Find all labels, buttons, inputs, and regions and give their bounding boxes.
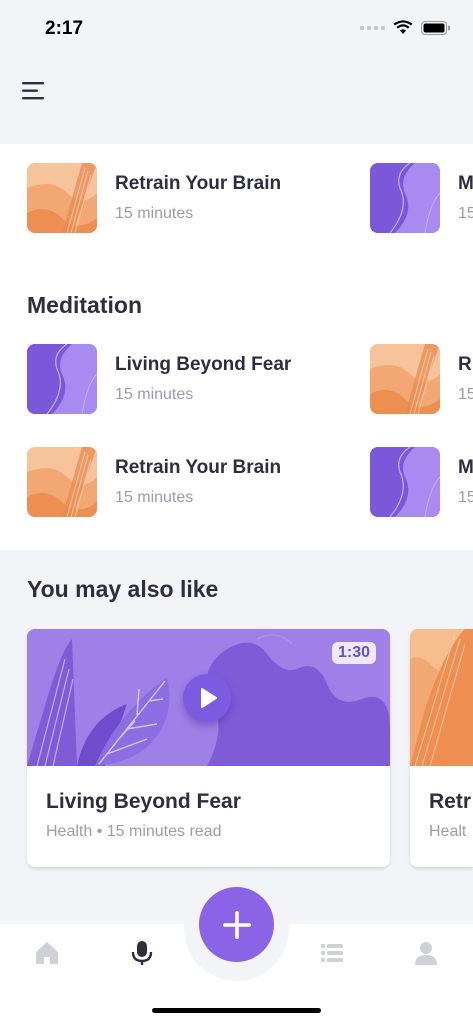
status-bar: 2:17 xyxy=(0,0,473,60)
item-title: M xyxy=(458,173,473,194)
list-item[interactable]: R 15 xyxy=(370,344,473,414)
item-title: Living Beyond Fear xyxy=(115,354,292,375)
item-subtitle: 15 minutes xyxy=(115,386,194,403)
home-icon[interactable] xyxy=(32,938,62,968)
duration-badge: 1:30 xyxy=(331,642,376,664)
section-title-also-like: You may also like xyxy=(27,576,219,602)
add-button[interactable] xyxy=(199,887,274,962)
item-subtitle: 15 xyxy=(458,205,473,222)
wifi-icon xyxy=(393,20,413,34)
signal-icon xyxy=(360,25,385,30)
status-icons xyxy=(360,20,451,35)
play-button[interactable] xyxy=(183,674,231,722)
list-item[interactable]: Living Beyond Fear 15 minutes xyxy=(27,344,327,414)
list-item[interactable]: Retrain Your Brain 15 minutes xyxy=(27,163,327,233)
thumbnail-image xyxy=(370,344,440,414)
recommendation-card[interactable]: 1:30 Living Beyond Fear Health • 15 minu… xyxy=(27,629,390,867)
thumbnail-image xyxy=(370,447,440,517)
card-title: Living Beyond Fear xyxy=(46,790,241,813)
thumbnail-image xyxy=(370,163,440,233)
item-title: Retrain Your Brain xyxy=(115,173,282,194)
play-icon xyxy=(201,688,217,708)
card-subtitle: Healt xyxy=(429,823,467,840)
item-subtitle: 15 xyxy=(458,386,473,403)
list-item[interactable]: M 15 xyxy=(370,163,473,233)
home-indicator xyxy=(152,1008,321,1013)
section-title-meditation: Meditation xyxy=(27,292,142,318)
app-header xyxy=(0,60,473,144)
item-title: M xyxy=(458,457,473,478)
status-time: 2:17 xyxy=(45,18,84,39)
card-artwork xyxy=(410,629,473,766)
plus-icon xyxy=(222,910,251,939)
thumbnail-image xyxy=(27,447,97,517)
item-title: Retrain Your Brain xyxy=(115,457,282,478)
item-subtitle: 15 xyxy=(458,489,473,506)
thumbnail-image xyxy=(27,344,97,414)
item-subtitle: 15 minutes xyxy=(115,205,194,222)
thumbnail-image xyxy=(27,163,97,233)
list-icon[interactable] xyxy=(317,938,347,968)
card-subtitle: Health • 15 minutes read xyxy=(46,823,222,840)
list-item[interactable]: M 15 xyxy=(370,447,473,517)
menu-icon[interactable] xyxy=(22,80,46,102)
microphone-icon[interactable] xyxy=(127,938,157,968)
card-title: Retr xyxy=(429,790,472,813)
recommendation-card[interactable]: Retr Healt xyxy=(410,629,473,867)
list-item[interactable]: Retrain Your Brain 15 minutes xyxy=(27,447,327,517)
item-subtitle: 15 minutes xyxy=(115,489,194,506)
battery-icon xyxy=(421,20,450,35)
profile-icon[interactable] xyxy=(411,938,441,968)
item-title: R xyxy=(458,354,472,375)
